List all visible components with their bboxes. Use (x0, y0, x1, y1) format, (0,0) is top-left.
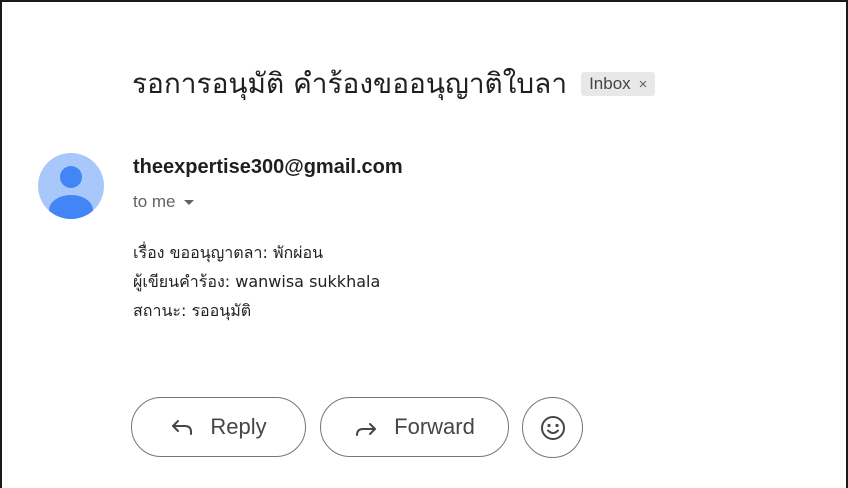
subject-row: รอการอนุมัติ คำร้องขออนุญาติใบลา Inbox × (132, 62, 656, 106)
body-line-subject: เรื่อง ขออนุญาตลา: พักผ่อน (133, 243, 324, 262)
forward-label: Forward (394, 414, 475, 439)
smiley-icon (540, 415, 565, 440)
reply-label: Reply (210, 414, 267, 439)
remove-label-icon[interactable]: × (639, 76, 648, 93)
forward-button[interactable]: Forward (320, 397, 509, 457)
emoji-reaction-button[interactable] (522, 397, 583, 458)
email-body: เรื่อง ขออนุญาตลา: พักผ่อน ผู้เขียนคำร้อ… (133, 238, 380, 325)
email-view: รอการอนุมัติ คำร้องขออนุญาติใบลา Inbox ×… (0, 0, 848, 488)
reply-button[interactable]: Reply (131, 397, 306, 457)
body-line-status: สถานะ: รออนุมัติ (133, 301, 252, 320)
recipient-text: to me (133, 192, 176, 211)
body-line-author: ผู้เขียนคำร้อง: wanwisa sukkhala (133, 272, 381, 291)
email-subject: รอการอนุมัติ คำร้องขออนุญาติใบลา (132, 67, 568, 100)
inbox-label-badge[interactable]: Inbox × (581, 72, 656, 96)
person-icon (49, 166, 93, 219)
reply-arrow-icon (170, 417, 194, 437)
recipient-line[interactable]: to me (133, 192, 194, 212)
inbox-label-text: Inbox (589, 74, 631, 93)
avatar[interactable] (38, 153, 104, 219)
sender-address[interactable]: theexpertise300@gmail.com (133, 156, 403, 179)
caret-down-icon[interactable] (183, 199, 194, 205)
forward-arrow-icon (354, 417, 378, 437)
